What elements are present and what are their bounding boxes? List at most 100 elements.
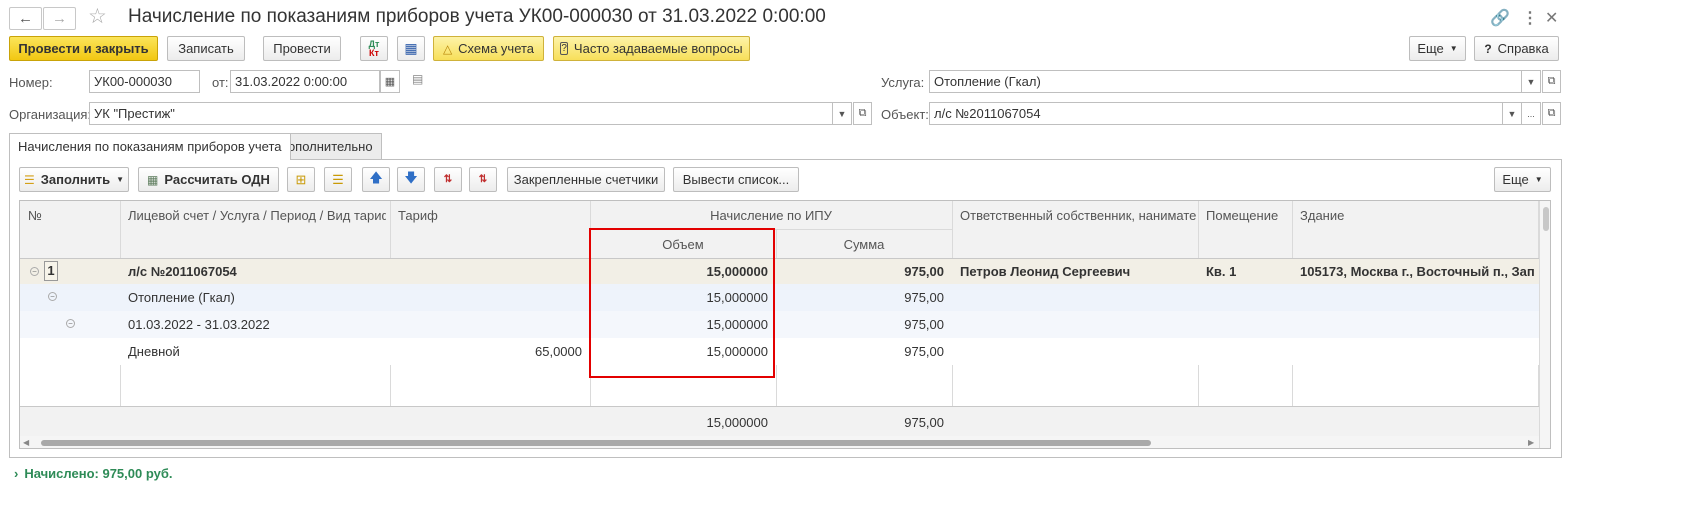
print-list-button[interactable]: Вывести список... — [673, 167, 799, 192]
accrued-summary[interactable]: › Начислено: 975,00 руб. — [14, 466, 172, 481]
header-ipu-group: Начисление по ИПУ — [710, 208, 832, 223]
organization-field[interactable]: УК "Престиж" — [89, 102, 833, 125]
vertical-scroll-thumb[interactable] — [1543, 207, 1549, 231]
from-label: от: — [212, 75, 229, 90]
table-row[interactable]: − 01.03.2022 - 31.03.2022 15,000000 975,… — [20, 311, 1539, 338]
arrow-down-icon: 🡇 — [404, 169, 418, 185]
dt-kt-button[interactable]: Дт Кт — [360, 36, 388, 61]
header-owner[interactable]: Ответственный собственник, наниматель — [960, 208, 1196, 223]
date-field[interactable]: 31.03.2022 0:00:00 — [230, 70, 380, 93]
header-number[interactable]: № — [28, 208, 42, 223]
table-row[interactable]: − 1 л/с №2011067054 15,000000 975,00 Пет… — [20, 259, 1539, 284]
object-select-button[interactable]: ... — [1522, 102, 1541, 125]
object-open-button[interactable]: ⧉ — [1542, 102, 1561, 125]
help-label: Справка — [1497, 41, 1549, 56]
fill-icon: ☰ — [24, 172, 35, 187]
pinned-meters-button[interactable]: Закрепленные счетчики — [507, 167, 665, 192]
account-cell: Дневной — [128, 344, 180, 359]
link-icon[interactable]: 🔗 — [1490, 8, 1510, 28]
object-dropdown-button[interactable]: ▼ — [1503, 102, 1522, 125]
account-cell: л/с №2011067054 — [128, 264, 237, 279]
calc-odn-label: Рассчитать ОДН — [164, 172, 270, 187]
sort-descending-icon: ⇅ — [478, 174, 488, 185]
save-button[interactable]: Записать — [167, 36, 245, 61]
object-field[interactable]: л/с №2011067054 — [929, 102, 1503, 125]
organization-label: Организация: — [9, 107, 92, 122]
arrow-left-icon: ← — [18, 10, 33, 27]
help-button[interactable]: ? Справка — [1474, 36, 1559, 61]
open-window-icon: ⧉ — [858, 107, 867, 119]
faq-label: Часто задаваемые вопросы — [573, 41, 743, 56]
sort-descending-button[interactable]: ⇅ — [469, 167, 497, 192]
header-account[interactable]: Лицевой счет / Услуга / Период / Вид тар… — [128, 208, 386, 223]
accruals-table[interactable]: № Лицевой счет / Услуга / Период / Вид т… — [19, 200, 1551, 449]
header-premises[interactable]: Помещение — [1206, 208, 1278, 223]
service-field[interactable]: Отопление (Гкал) — [929, 70, 1522, 93]
service-open-button[interactable]: ⧉ — [1542, 70, 1561, 93]
organization-open-button[interactable]: ⧉ — [853, 102, 872, 125]
header-sum[interactable]: Сумма — [776, 237, 952, 252]
organization-dropdown-button[interactable]: ▼ — [833, 102, 852, 125]
table-row[interactable]: − Отопление (Гкал) 15,000000 975,00 — [20, 284, 1539, 311]
grid-more-button[interactable]: Еще ▼ — [1494, 167, 1551, 192]
collapse-icon[interactable]: − — [66, 319, 75, 328]
fill-label: Заполнить — [40, 172, 111, 187]
more-button[interactable]: Еще ▼ — [1409, 36, 1466, 61]
faq-button[interactable]: ? Часто задаваемые вопросы — [553, 36, 750, 61]
calendar-icon: ▦ — [384, 76, 396, 88]
scroll-right-icon[interactable]: ▶ — [1528, 438, 1534, 447]
chevron-down-icon: ▼ — [1526, 76, 1536, 87]
comment-icon[interactable]: ▤ — [412, 72, 423, 86]
help-icon: ? — [1484, 41, 1492, 56]
sort-ascending-button[interactable]: ⇅ — [434, 167, 462, 192]
structure-button[interactable]: ▦ — [397, 36, 425, 61]
number-field[interactable]: УК00-000030 — [89, 70, 200, 93]
scheme-label: Схема учета — [458, 41, 535, 56]
horizontal-scrollbar[interactable]: ◀ ▶ — [20, 436, 1539, 448]
arrow-right-icon: → — [52, 10, 67, 27]
more-vertical-icon[interactable]: ⋮ — [1522, 8, 1538, 28]
calculate-odn-button[interactable]: ▦ Рассчитать ОДН — [138, 167, 279, 192]
chevron-down-icon: ▼ — [116, 175, 124, 184]
table-row[interactable]: Дневной 65,0000 15,000000 975,00 — [20, 338, 1539, 365]
collapse-icon[interactable]: − — [48, 292, 57, 301]
question-icon: ? — [560, 42, 568, 55]
calendar-button[interactable]: ▦ — [380, 70, 400, 93]
header-tariff[interactable]: Тариф — [398, 208, 438, 223]
dt-kt-icon: Дт Кт — [369, 39, 380, 58]
document-structure-icon: ▦ — [404, 40, 418, 56]
open-window-icon: ⧉ — [1547, 75, 1556, 87]
move-up-button[interactable]: 🡅 — [362, 167, 390, 192]
add-row-button[interactable]: ⊞ — [287, 167, 315, 192]
move-down-button[interactable]: 🡇 — [397, 167, 425, 192]
horizontal-scroll-thumb[interactable] — [41, 440, 1151, 446]
grid-more-label: Еще — [1502, 172, 1529, 187]
post-button[interactable]: Провести — [263, 36, 341, 61]
total-sum: 975,00 — [904, 415, 944, 430]
close-icon[interactable]: ✕ — [1545, 8, 1558, 28]
sum-cell: 975,00 — [904, 344, 944, 359]
sum-cell: 975,00 — [904, 317, 944, 332]
edit-list-icon: ☰ — [332, 171, 344, 187]
sort-ascending-icon: ⇅ — [443, 174, 453, 185]
back-button[interactable]: ← — [9, 7, 42, 30]
edit-rows-button[interactable]: ☰ — [324, 167, 352, 192]
forward-button[interactable]: → — [43, 7, 76, 30]
accounting-scheme-button[interactable]: △ Схема учета — [433, 36, 544, 61]
tariff-cell: 65,0000 — [535, 344, 582, 359]
chevron-down-icon: ▼ — [1534, 175, 1543, 184]
tab-meter-accruals[interactable]: Начисления по показаниям приборов учета — [9, 133, 291, 160]
service-dropdown-button[interactable]: ▼ — [1522, 70, 1541, 93]
more-label: Еще — [1417, 41, 1444, 56]
scheme-icon: △ — [442, 41, 453, 56]
scroll-left-icon[interactable]: ◀ — [23, 438, 29, 447]
favorite-star-icon[interactable]: ☆ — [88, 4, 107, 29]
owner-cell: Петров Леонид Сергеевич — [960, 264, 1131, 279]
number-label: Номер: — [9, 75, 53, 90]
vertical-scrollbar[interactable] — [1539, 201, 1550, 448]
collapse-icon[interactable]: − — [30, 267, 39, 276]
fill-button[interactable]: ☰ Заполнить ▼ — [19, 167, 129, 192]
post-and-close-button[interactable]: Провести и закрыть — [9, 36, 158, 61]
header-building[interactable]: Здание — [1300, 208, 1344, 223]
chevron-down-icon: ▼ — [837, 108, 847, 119]
